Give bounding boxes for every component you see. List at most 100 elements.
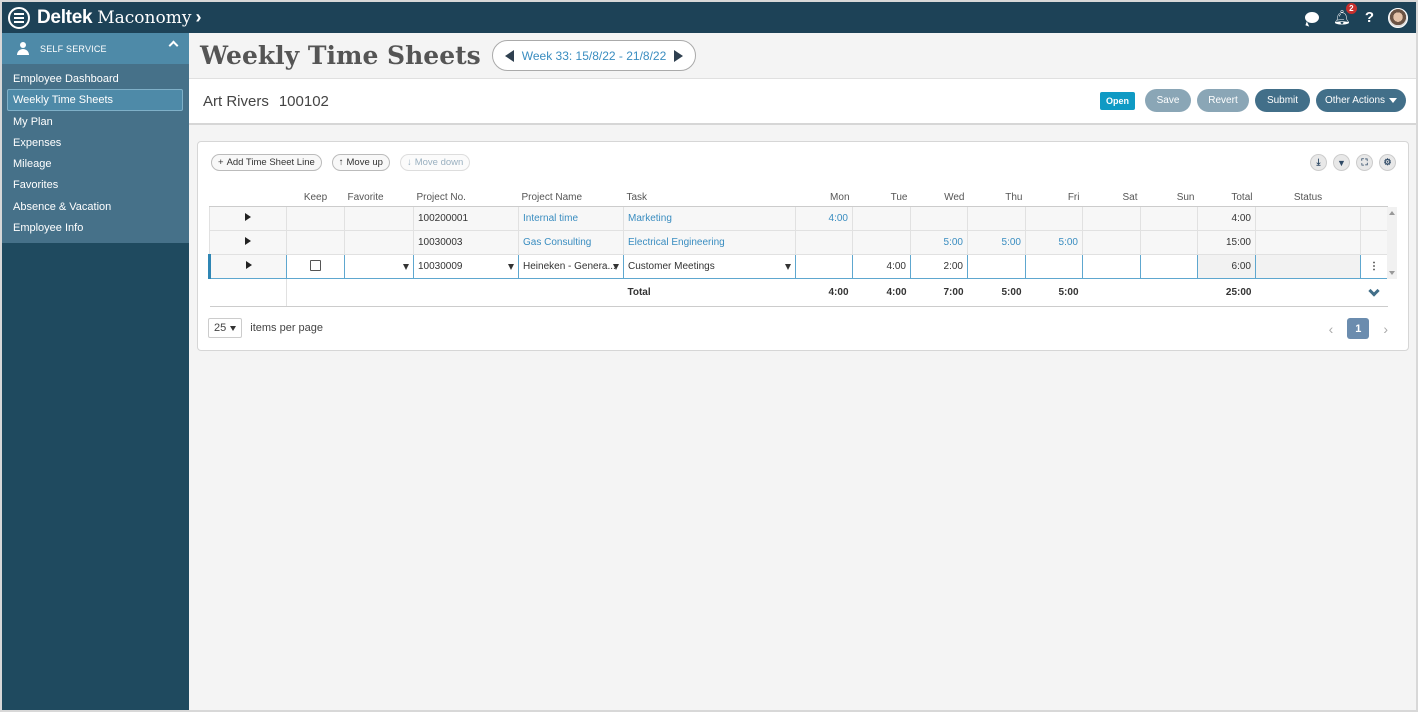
col-header-thu[interactable]: Thu (967, 189, 1026, 207)
arrow-up-icon: ↑ (338, 157, 344, 168)
col-header-project-no[interactable]: Project No. (413, 189, 519, 207)
input-thu[interactable] (967, 253, 1026, 279)
cell-mon[interactable] (795, 229, 853, 255)
cell-tue[interactable] (852, 205, 911, 231)
col-header-mon[interactable]: Mon (795, 189, 853, 207)
input-mon[interactable] (795, 253, 853, 279)
row-expand-toggle[interactable] (208, 253, 287, 279)
col-header-project-name[interactable]: Project Name (518, 189, 624, 207)
week-label[interactable]: Week 33: 15/8/22 - 21/8/22 (522, 49, 667, 63)
cell-sun[interactable] (1140, 229, 1198, 255)
collapse-totals-button[interactable] (1360, 278, 1388, 307)
input-fri[interactable] (1025, 253, 1083, 279)
sidebar-item-employee-info[interactable]: Employee Info (7, 217, 183, 238)
move-down-button[interactable]: ↓ Move down (399, 154, 471, 171)
cell-wed[interactable]: 5:00 (910, 229, 968, 255)
table-row-editing[interactable]: 10030009 Heineken - Genera... Customer M… (208, 253, 1388, 279)
cell-task-link[interactable]: Marketing (623, 205, 796, 231)
settings-icon[interactable]: ⚙ (1379, 154, 1396, 171)
row-expand-toggle[interactable] (209, 205, 287, 231)
filter-icon[interactable]: ▼ (1333, 154, 1350, 171)
row-menu-icon[interactable]: ⋮ (1360, 253, 1388, 279)
col-header-expand (209, 189, 287, 207)
sidebar-item-weekly-time-sheets[interactable]: Weekly Time Sheets (7, 89, 183, 111)
self-service-section-toggle[interactable]: SELF SERVICE (2, 33, 189, 64)
cell-project-name-link[interactable]: Gas Consulting (518, 229, 624, 255)
cell-sat[interactable] (1082, 205, 1141, 231)
sidebar-item-favorites[interactable]: Favorites (7, 174, 183, 195)
save-button[interactable]: Save (1145, 89, 1191, 112)
cell-thu[interactable]: 5:00 (967, 229, 1026, 255)
add-time-sheet-line-button[interactable]: + Add Time Sheet Line (211, 154, 322, 171)
revert-button[interactable]: Revert (1197, 89, 1249, 112)
chat-icon[interactable] (1305, 12, 1320, 23)
input-tue[interactable]: 4:00 (852, 253, 911, 279)
page-number-button[interactable]: 1 (1347, 318, 1370, 339)
sidebar-item-my-plan[interactable]: My Plan (7, 111, 183, 132)
cell-project-no: 10030003 (413, 229, 519, 255)
col-header-keep[interactable]: Keep (286, 189, 345, 207)
items-per-page-label: items per page (250, 322, 324, 334)
cell-tue[interactable] (852, 229, 911, 255)
cell-keep[interactable] (286, 253, 345, 279)
cell-wed[interactable] (910, 205, 968, 231)
cell-project-name-link[interactable]: Internal time (518, 205, 624, 231)
cell-task-link[interactable]: Electrical Engineering (623, 229, 796, 255)
table-row[interactable]: 100200001 Internal time Marketing 4:00 4… (209, 205, 1388, 231)
col-header-wed[interactable]: Wed (910, 189, 968, 207)
other-actions-button[interactable]: Other Actions (1316, 89, 1406, 112)
cell-thu[interactable] (967, 205, 1026, 231)
table-row[interactable]: 10030003 Gas Consulting Electrical Engin… (209, 229, 1388, 255)
cell-sat[interactable] (1082, 229, 1141, 255)
previous-page-icon[interactable]: ‹ (1329, 321, 1334, 337)
scroll-down-icon[interactable] (1389, 271, 1395, 275)
move-up-button[interactable]: ↑ Move up (331, 154, 390, 171)
scroll-up-icon[interactable] (1389, 211, 1395, 215)
input-sat[interactable] (1082, 253, 1141, 279)
input-wed[interactable]: 2:00 (910, 253, 968, 279)
col-header-task[interactable]: Task (623, 189, 796, 207)
previous-week-icon[interactable] (504, 49, 514, 62)
sidebar-item-absence-vacation[interactable]: Absence & Vacation (7, 196, 183, 217)
sidebar-item-employee-dashboard[interactable]: Employee Dashboard (7, 68, 183, 89)
export-icon[interactable]: ⤓ (1310, 154, 1327, 171)
avatar[interactable] (1388, 7, 1408, 28)
help-icon[interactable]: ? (1365, 9, 1374, 26)
sidebar-item-expenses[interactable]: Expenses (7, 132, 183, 153)
sidebar-menu: Employee Dashboard Weekly Time Sheets My… (2, 64, 189, 244)
fullscreen-icon[interactable]: ⛶ (1356, 154, 1373, 171)
cell-fri[interactable]: 5:00 (1025, 229, 1083, 255)
sidebar-item-mileage[interactable]: Mileage (7, 153, 183, 174)
project-no-dropdown[interactable]: 10030009 (413, 253, 519, 279)
project-name-dropdown[interactable]: Heineken - Genera... (518, 253, 624, 279)
col-header-favorite[interactable]: Favorite (344, 189, 414, 207)
keep-checkbox[interactable] (310, 260, 321, 272)
menu-icon[interactable] (8, 6, 30, 29)
caret-down-icon (613, 263, 619, 270)
next-week-icon[interactable] (674, 49, 684, 62)
col-header-sat[interactable]: Sat (1082, 189, 1141, 207)
action-buttons: Open Save Revert Submit Other Actions (1099, 89, 1406, 112)
totals-empty (344, 278, 414, 307)
notifications-button[interactable]: 🔔︎ 2 (1333, 3, 1357, 26)
row-expand-toggle[interactable] (209, 229, 287, 255)
col-header-status[interactable]: Status (1255, 189, 1361, 207)
col-header-tue[interactable]: Tue (852, 189, 911, 207)
top-bar: Deltek Maconomy › 🔔︎ 2 ? (2, 2, 1416, 33)
col-header-fri[interactable]: Fri (1025, 189, 1083, 207)
cell-sun[interactable] (1140, 205, 1198, 231)
task-dropdown[interactable]: Customer Meetings (623, 253, 796, 279)
page-size-select[interactable]: 25 (208, 318, 243, 338)
grid-scrollbar[interactable] (1387, 207, 1397, 279)
col-header-total[interactable]: Total (1197, 189, 1256, 207)
submit-button[interactable]: Submit (1255, 89, 1310, 112)
cell-mon[interactable]: 4:00 (795, 205, 853, 231)
col-header-sun[interactable]: Sun (1140, 189, 1198, 207)
next-page-icon[interactable]: › (1383, 321, 1388, 337)
week-navigator: Week 33: 15/8/22 - 21/8/22 (491, 40, 697, 71)
input-sun[interactable] (1140, 253, 1198, 279)
brand-logo[interactable]: Deltek Maconomy › (37, 7, 201, 29)
favorite-dropdown[interactable] (344, 253, 414, 279)
caret-down-icon (508, 263, 514, 270)
cell-fri[interactable] (1025, 205, 1083, 231)
